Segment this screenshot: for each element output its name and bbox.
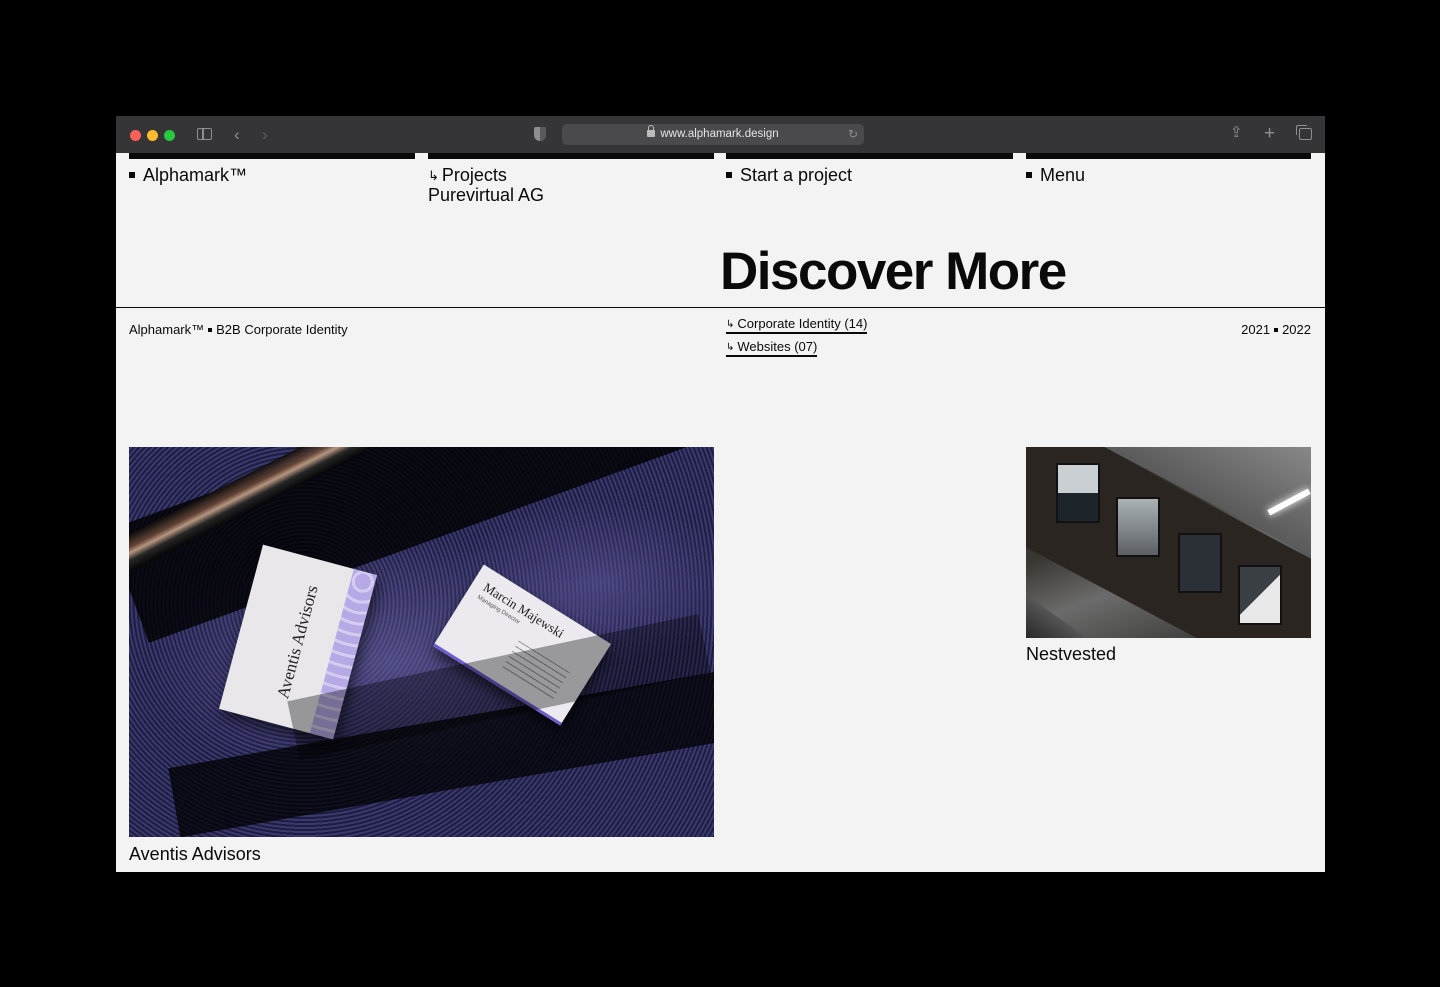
poster	[1238, 565, 1282, 625]
card-brand-text: Aventis Advisors	[273, 583, 322, 701]
share-icon[interactable]: ⇪	[1230, 125, 1243, 140]
poster	[1056, 463, 1100, 523]
nav-start-project[interactable]: Start a project	[726, 153, 1013, 205]
project-image-nestvested[interactable]	[1026, 447, 1311, 638]
nav-menu[interactable]: Menu	[1026, 153, 1311, 205]
project-title-nestvested[interactable]: Nestvested	[1026, 644, 1116, 665]
nav-divider	[726, 153, 1013, 159]
address-bar[interactable]: www.alphamark.design ↻	[562, 124, 864, 145]
square-bullet-icon	[726, 172, 732, 178]
project-image-aventis[interactable]: Aventis Advisors Marcin Majewski Managin…	[129, 447, 714, 837]
section-divider	[116, 307, 1325, 308]
square-bullet-icon	[1026, 172, 1032, 178]
zoom-window-button[interactable]	[164, 130, 175, 141]
nav-brand[interactable]: Alphamark™	[129, 153, 415, 205]
browser-toolbar: ‹ › www.alphamark.design ↻ ⇪ +	[116, 116, 1325, 153]
close-window-button[interactable]	[130, 130, 141, 141]
page: Alphamark™ ↳ Projects Purevirtual AG Star…	[116, 153, 1325, 872]
projects-label: Projects	[441, 165, 507, 185]
tabs-icon[interactable]	[1296, 125, 1312, 140]
poster	[1178, 533, 1222, 593]
photo-shadow	[129, 447, 714, 643]
shield-icon[interactable]	[534, 127, 546, 141]
nav-projects[interactable]: ↳ Projects Purevirtual AG	[428, 153, 714, 205]
year-range: 2021 2022	[1241, 322, 1311, 337]
return-arrow-icon: ↳	[428, 168, 439, 183]
square-bullet-icon	[129, 172, 135, 178]
filter-label: Corporate Identity (14)	[737, 316, 868, 331]
start-project-link[interactable]: Start a project	[740, 166, 852, 185]
filter-corporate-identity[interactable]: ↳ Corporate Identity (14)	[726, 316, 868, 334]
filter-label: Websites (07)	[737, 339, 818, 354]
lock-icon	[647, 125, 656, 137]
section-meta: Alphamark™ B2B Corporate Identity	[129, 322, 348, 337]
nav-divider	[428, 153, 714, 159]
meta-category: B2B Corporate Identity	[216, 322, 348, 337]
nav-divider	[129, 153, 415, 159]
chevron-right-icon[interactable]: ›	[262, 126, 268, 143]
nav-divider	[1026, 153, 1311, 159]
url-text: www.alphamark.design	[660, 128, 779, 140]
address-text-wrap: www.alphamark.design	[562, 125, 864, 140]
sidebar-icon[interactable]	[197, 128, 212, 140]
minimize-window-button[interactable]	[147, 130, 158, 141]
bullet-icon	[208, 328, 213, 332]
current-project: Purevirtual AG	[428, 185, 545, 205]
return-arrow-icon: ↳	[726, 319, 735, 330]
bullet-icon	[1274, 328, 1279, 332]
page-heading: Discover More	[720, 242, 1067, 301]
plus-icon[interactable]: +	[1264, 124, 1275, 143]
poster	[1116, 497, 1160, 557]
project-title-aventis[interactable]: Aventis Advisors	[129, 844, 261, 865]
menu-button[interactable]: Menu	[1040, 166, 1085, 185]
meta-brand: Alphamark™	[129, 322, 205, 337]
year-start: 2021	[1241, 322, 1271, 337]
projects-link[interactable]: ↳ Projects Purevirtual AG	[428, 166, 544, 205]
return-arrow-icon: ↳	[726, 342, 735, 353]
year-end: 2022	[1282, 322, 1311, 337]
brand-logo-text[interactable]: Alphamark™	[143, 166, 247, 185]
reload-icon[interactable]: ↻	[848, 127, 858, 141]
filter-websites[interactable]: ↳ Websites (07)	[726, 339, 818, 357]
browser-window: ‹ › www.alphamark.design ↻ ⇪ + Alphamark…	[116, 116, 1325, 872]
chevron-left-icon[interactable]: ‹	[234, 126, 240, 143]
